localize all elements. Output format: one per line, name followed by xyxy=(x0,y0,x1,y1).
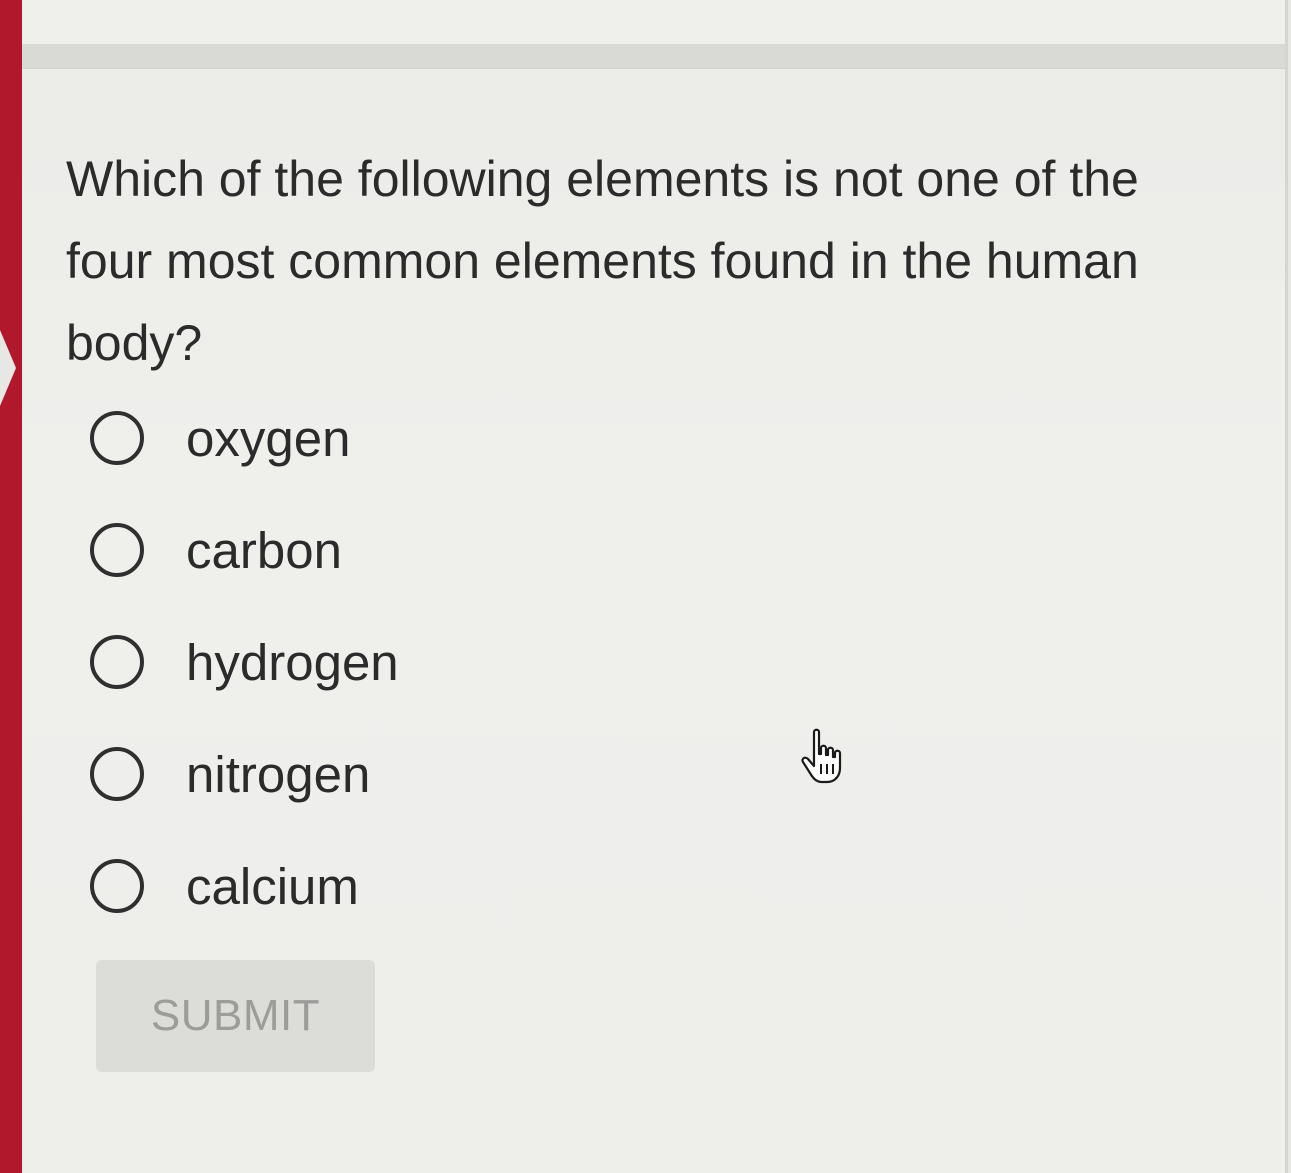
option-nitrogen[interactable]: nitrogen xyxy=(90,718,399,830)
option-label: oxygen xyxy=(186,409,351,467)
radio-button-carbon[interactable] xyxy=(90,523,144,577)
option-calcium[interactable]: calcium xyxy=(90,830,399,942)
option-label: carbon xyxy=(186,521,342,579)
option-label: nitrogen xyxy=(186,745,371,803)
option-carbon[interactable]: carbon xyxy=(90,494,399,606)
option-hydrogen[interactable]: hydrogen xyxy=(90,606,399,718)
radio-button-hydrogen[interactable] xyxy=(90,635,144,689)
radio-button-calcium[interactable] xyxy=(90,859,144,913)
option-oxygen[interactable]: oxygen xyxy=(90,382,399,494)
radio-button-oxygen[interactable] xyxy=(90,411,144,465)
panel-edge xyxy=(1285,0,1288,1173)
submit-button[interactable]: SUBMIT xyxy=(96,960,375,1072)
option-label: hydrogen xyxy=(186,633,399,691)
hand-pointer-icon xyxy=(801,728,842,784)
radio-button-nitrogen[interactable] xyxy=(90,747,144,801)
header-area xyxy=(22,0,1288,44)
accent-bar-notch xyxy=(0,330,16,406)
answer-options: oxygen carbon hydrogen nitrogen calcium xyxy=(90,382,399,942)
accent-bar xyxy=(0,0,22,1173)
question-text: Which of the following elements is not o… xyxy=(66,151,1139,371)
header-divider xyxy=(22,44,1288,69)
option-label: calcium xyxy=(186,857,359,915)
